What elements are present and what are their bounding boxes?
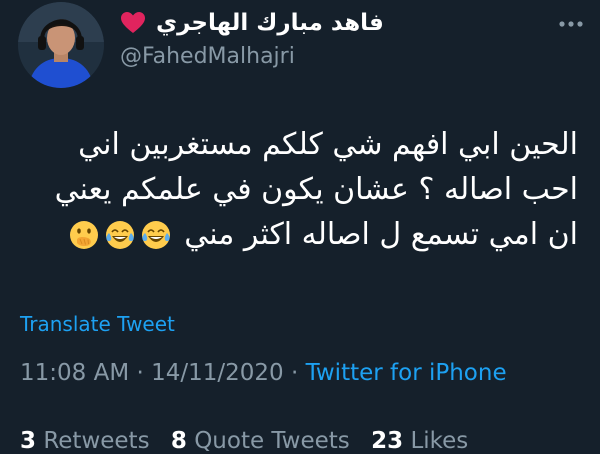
meta-separator: · — [129, 360, 152, 386]
display-name-row[interactable]: فاهد مبارك الهاجري — [120, 8, 384, 38]
translate-tweet-link[interactable]: Translate Tweet — [20, 312, 175, 336]
retweets-stat[interactable]: 3 Retweets — [20, 428, 150, 454]
face-with-tears-of-joy-icon — [142, 220, 171, 249]
retweets-label: Retweets — [43, 428, 150, 454]
face-with-tears-of-joy-icon — [106, 220, 135, 249]
tweet-line-with-emoji: ان امي تسمع ل اصاله اكثر مني — [18, 212, 578, 257]
likes-stat[interactable]: 23 Likes — [371, 428, 468, 454]
tweet-line: الحين ابي افهم شي كلكم مستغربين اني — [78, 127, 578, 162]
heart-icon — [121, 12, 145, 33]
quote-tweets-stat[interactable]: 8 Quote Tweets — [171, 428, 350, 454]
tweet-source-link[interactable]: Twitter for iPhone — [306, 360, 507, 386]
tweet-line: ان امي تسمع ل اصاله اكثر مني — [184, 217, 578, 252]
display-name: فاهد مبارك الهاجري — [156, 10, 384, 36]
quote-tweets-label: Quote Tweets — [194, 428, 350, 454]
emoji-row — [68, 219, 172, 251]
more-options-icon[interactable] — [556, 12, 586, 36]
meta-separator: · — [283, 360, 306, 386]
face-with-hand-over-mouth-icon — [70, 220, 99, 249]
engagement-stats: 3 Retweets 8 Quote Tweets 23 Likes — [20, 428, 482, 454]
tweet-meta: 11:08 AM · 14/11/2020 · Twitter for iPho… — [20, 360, 507, 386]
tweet-date[interactable]: 14/11/2020 — [151, 360, 284, 386]
avatar[interactable] — [18, 2, 104, 88]
likes-label: Likes — [410, 428, 469, 454]
quote-tweets-count: 8 — [170, 428, 187, 454]
likes-count: 23 — [371, 428, 404, 454]
tweet-time[interactable]: 11:08 AM — [20, 360, 129, 386]
user-handle[interactable]: @FahedMalhajri — [120, 44, 295, 69]
profile-photo-icon — [18, 2, 104, 88]
tweet-text: الحين ابي افهم شي كلكم مستغربين اني احب … — [18, 122, 578, 257]
tweet-line: احب اصاله ؟ عشان يكون في علمكم يعني — [54, 172, 578, 207]
retweets-count: 3 — [20, 428, 37, 454]
